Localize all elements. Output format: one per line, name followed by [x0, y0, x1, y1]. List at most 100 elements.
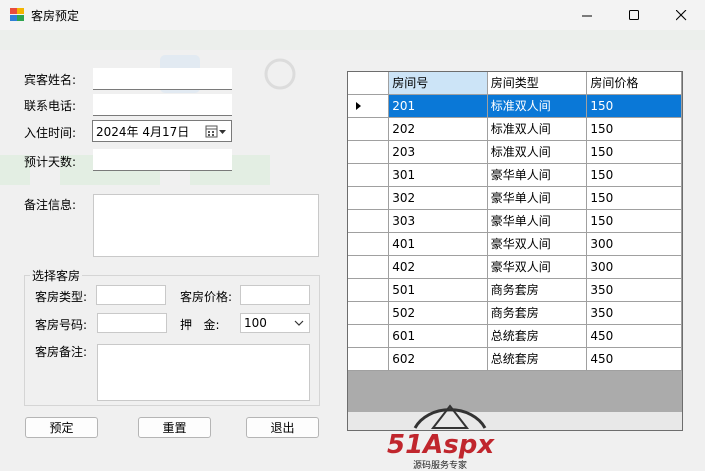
cell-room-number[interactable]: 301: [388, 163, 488, 187]
room-type-input[interactable]: [96, 285, 166, 305]
cell-room-price[interactable]: 150: [586, 140, 682, 164]
maximize-button[interactable]: [611, 0, 657, 30]
col-header-room-number[interactable]: 房间号: [388, 72, 488, 95]
cell-room-type[interactable]: 总统套房: [487, 347, 588, 371]
phone-input[interactable]: [93, 94, 232, 116]
cell-room-number[interactable]: 601: [388, 324, 488, 348]
row-header[interactable]: [348, 301, 390, 325]
notes-label: 备注信息:: [24, 198, 77, 212]
days-input[interactable]: [93, 149, 232, 171]
cell-room-price[interactable]: 150: [586, 186, 682, 210]
calendar-dropdown-icon[interactable]: [205, 125, 227, 139]
row-header[interactable]: [348, 278, 390, 302]
row-header[interactable]: [348, 232, 390, 256]
cell-room-price[interactable]: 150: [586, 117, 682, 141]
deposit-select[interactable]: 100: [240, 313, 310, 333]
cell-room-number[interactable]: 302: [388, 186, 488, 210]
deposit-value: 100: [244, 316, 267, 330]
cell-room-price[interactable]: 300: [586, 232, 682, 256]
room-number-input[interactable]: [97, 313, 167, 333]
chevron-down-icon: [294, 320, 304, 326]
cell-room-price[interactable]: 350: [586, 278, 682, 302]
notes-textarea[interactable]: [93, 194, 319, 257]
cell-room-type[interactable]: 豪华单人间: [487, 186, 588, 210]
grid-corner-header[interactable]: [348, 72, 390, 95]
table-row[interactable]: 602 总统套房 450: [348, 347, 682, 371]
room-remark-textarea[interactable]: [97, 344, 310, 401]
row-header[interactable]: [348, 186, 390, 210]
table-row[interactable]: 501 商务套房 350: [348, 278, 682, 302]
cell-room-number[interactable]: 203: [388, 140, 488, 164]
col-header-room-price[interactable]: 房间价格: [586, 72, 682, 95]
cell-room-price[interactable]: 150: [586, 209, 682, 233]
cell-room-type[interactable]: 标准双人间: [487, 117, 588, 141]
cell-room-type[interactable]: 豪华单人间: [487, 209, 588, 233]
cell-room-number[interactable]: 202: [388, 117, 488, 141]
table-row[interactable]: 401 豪华双人间 300: [348, 232, 682, 256]
current-row-arrow-icon: [356, 101, 361, 110]
table-row[interactable]: 303 豪华单人间 150: [348, 209, 682, 233]
app-icon: [10, 8, 24, 21]
exit-button[interactable]: 退出: [246, 417, 319, 438]
grid-empty-area: [348, 412, 682, 430]
table-row[interactable]: 402 豪华双人间 300: [348, 255, 682, 279]
checkin-date-picker[interactable]: 2024年 4月17日: [92, 120, 232, 142]
room-price-label: 客房价格:: [180, 290, 233, 304]
cell-room-price[interactable]: 150: [586, 94, 682, 118]
cell-room-type[interactable]: 豪华双人间: [487, 232, 588, 256]
table-row[interactable]: 502 商务套房 350: [348, 301, 682, 325]
cell-room-type[interactable]: 商务套房: [487, 278, 588, 302]
table-row[interactable]: 301 豪华单人间 150: [348, 163, 682, 187]
cell-room-price[interactable]: 450: [586, 324, 682, 348]
col-header-room-type[interactable]: 房间类型: [487, 72, 588, 95]
cell-room-price[interactable]: 300: [586, 255, 682, 279]
cell-room-number[interactable]: 401: [388, 232, 488, 256]
room-remark-label: 客房备注:: [35, 345, 88, 359]
row-header[interactable]: [348, 255, 390, 279]
room-type-label: 客房类型:: [35, 290, 88, 304]
table-row[interactable]: 201 标准双人间 150: [348, 94, 682, 118]
cell-room-number[interactable]: 602: [388, 347, 488, 371]
phone-label: 联系电话:: [24, 99, 77, 113]
deposit-label: 押 金:: [180, 318, 220, 332]
close-icon: [675, 9, 686, 20]
row-header[interactable]: [348, 209, 390, 233]
minimize-icon: [581, 15, 592, 16]
row-header[interactable]: [348, 347, 390, 371]
row-header[interactable]: [348, 163, 390, 187]
row-header[interactable]: [348, 117, 390, 141]
row-header[interactable]: [348, 94, 390, 118]
title-bar: 客房预定: [0, 0, 705, 30]
cell-room-type[interactable]: 豪华双人间: [487, 255, 588, 279]
cell-room-number[interactable]: 501: [388, 278, 488, 302]
table-row[interactable]: 302 豪华单人间 150: [348, 186, 682, 210]
cell-room-type[interactable]: 标准双人间: [487, 94, 588, 118]
cell-room-number[interactable]: 502: [388, 301, 488, 325]
cell-room-price[interactable]: 350: [586, 301, 682, 325]
cell-room-price[interactable]: 450: [586, 347, 682, 371]
guest-name-input[interactable]: [93, 68, 232, 90]
table-row[interactable]: 601 总统套房 450: [348, 324, 682, 348]
close-button[interactable]: [658, 0, 704, 30]
row-header[interactable]: [348, 140, 390, 164]
row-header[interactable]: [348, 324, 390, 348]
window-title: 客房预定: [31, 9, 80, 23]
book-button[interactable]: 预定: [25, 417, 98, 438]
minimize-button[interactable]: [564, 0, 610, 30]
cell-room-type[interactable]: 商务套房: [487, 301, 588, 325]
cell-room-type[interactable]: 标准双人间: [487, 140, 588, 164]
grid-header-row: 房间号 房间类型 房间价格: [348, 72, 682, 95]
cell-room-type[interactable]: 总统套房: [487, 324, 588, 348]
cell-room-price[interactable]: 150: [586, 163, 682, 187]
cell-room-number[interactable]: 201: [388, 94, 488, 118]
room-select-group-title: 选择客房: [30, 267, 83, 284]
cell-room-type[interactable]: 豪华单人间: [487, 163, 588, 187]
guest-name-label: 宾客姓名:: [24, 73, 77, 87]
cell-room-number[interactable]: 402: [388, 255, 488, 279]
table-row[interactable]: 203 标准双人间 150: [348, 140, 682, 164]
room-price-input[interactable]: [240, 285, 310, 305]
reset-button[interactable]: 重置: [138, 417, 211, 438]
cell-room-number[interactable]: 303: [388, 209, 488, 233]
table-row[interactable]: 202 标准双人间 150: [348, 117, 682, 141]
room-grid[interactable]: 房间号 房间类型 房间价格 201 标准双人间 150 202 标准双人间 150 203 标…: [347, 71, 683, 431]
